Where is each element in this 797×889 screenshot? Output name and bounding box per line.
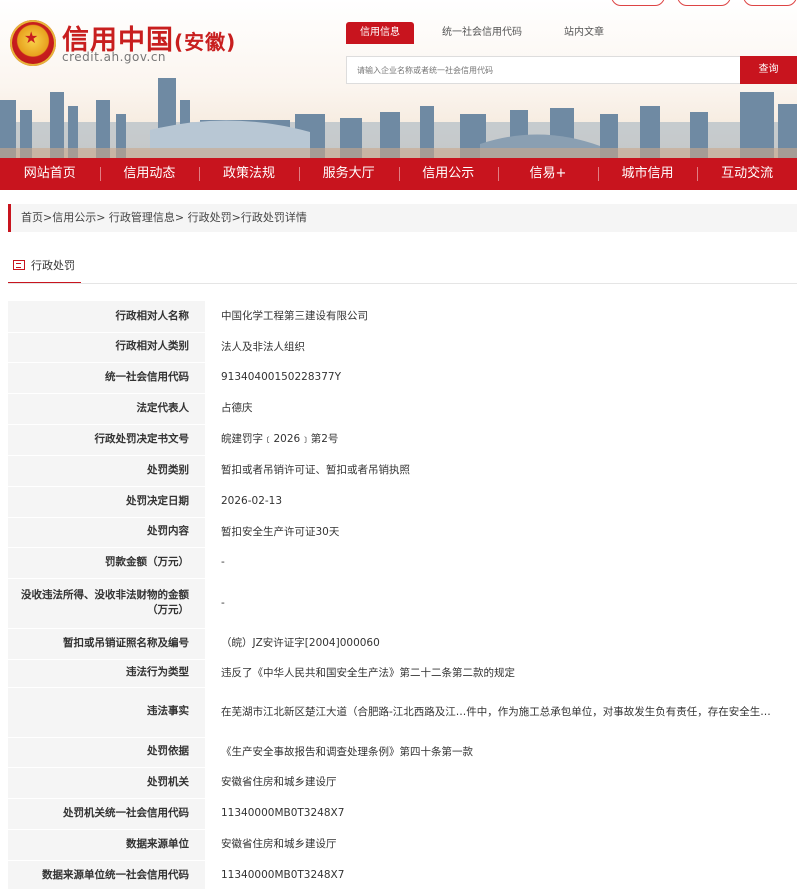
city-skyline-banner [0, 78, 797, 158]
nav-home[interactable]: 网站首页 [0, 158, 100, 190]
row-label: 暂扣或吊销证照名称及编号 [8, 628, 205, 660]
table-row: 行政相对人名称 中国化学工程第三建设有限公司 [8, 301, 797, 333]
nav-service-hall[interactable]: 服务大厅 [298, 158, 399, 190]
row-value: - [205, 547, 797, 579]
row-label: 行政相对人名称 [8, 301, 205, 333]
table-row: 违法行为类型 违反了《中华人民共和国安全生产法》第二十二条第二款的规定 [8, 659, 797, 688]
search-tabs: 信用信息 统一社会信用代码 站内文章 [346, 20, 632, 44]
row-label: 处罚决定日期 [8, 486, 205, 518]
section-title: 行政处罚 [31, 259, 75, 272]
nav-policy[interactable]: 政策法规 [199, 158, 299, 190]
row-value: 违反了《中华人民共和国安全生产法》第二十二条第二款的规定 [205, 659, 797, 688]
row-label: 没收违法所得、没收非法财物的金额（万元） [8, 578, 205, 629]
top-links [599, 0, 797, 10]
table-row: 行政处罚决定书文号 皖建罚字﹝2026﹞第2号 [8, 424, 797, 456]
main-nav: 网站首页 信用动态 政策法规 服务大厅 信用公示 信易+ 城市信用 互动交流 [0, 158, 797, 190]
row-label: 处罚内容 [8, 517, 205, 548]
row-value: 11340000MB0T3248X7 [205, 860, 797, 889]
row-value: 皖建罚字﹝2026﹞第2号 [205, 424, 797, 456]
row-label: 违法行为类型 [8, 659, 205, 688]
table-row: 行政相对人类别 法人及非法人组织 [8, 332, 797, 363]
row-value: 暂扣或者吊销许可证、暂扣或者吊销执照 [205, 455, 797, 487]
row-label: 数据来源单位统一社会信用代码 [8, 860, 205, 889]
table-row: 统一社会信用代码 91340400150228377Y [8, 362, 797, 394]
row-value: 2026-02-13 [205, 486, 797, 518]
row-label: 法定代表人 [8, 393, 205, 425]
table-row: 法定代表人 占德庆 [8, 393, 797, 425]
row-label: 罚款金额（万元） [8, 547, 205, 579]
top-link-3[interactable] [743, 0, 797, 6]
row-label: 处罚类别 [8, 455, 205, 487]
section-header: 行政处罚 [8, 254, 81, 284]
row-value: 安徽省住房和城乡建设厅 [205, 767, 797, 799]
row-value: （皖）JZ安许证字[2004]000060 [205, 628, 797, 660]
nav-xinyi-plus[interactable]: 信易+ [498, 158, 598, 190]
row-label: 行政处罚决定书文号 [8, 424, 205, 456]
table-row: 罚款金额（万元） - [8, 547, 797, 579]
row-value: 91340400150228377Y [205, 362, 797, 394]
row-value: 占德庆 [205, 393, 797, 425]
row-label: 数据来源单位 [8, 829, 205, 861]
tab-credit-code[interactable]: 统一社会信用代码 [428, 22, 536, 44]
row-value: 在芜湖市江北新区楚江大道（合肥路-江北西路及江…件中，作为施工总承包单位，对事故… [205, 687, 797, 738]
top-link-2[interactable] [677, 0, 731, 6]
row-value: 11340000MB0T3248X7 [205, 798, 797, 830]
breadcrumb[interactable]: 首页>信用公示> 行政管理信息> 行政处罚>行政处罚详情 [8, 204, 797, 232]
table-row: 处罚机关 安徽省住房和城乡建设厅 [8, 767, 797, 799]
row-value: 中国化学工程第三建设有限公司 [205, 301, 797, 333]
row-label: 处罚机关 [8, 767, 205, 799]
nav-credit-news[interactable]: 信用动态 [99, 158, 200, 190]
row-label: 统一社会信用代码 [8, 362, 205, 394]
nav-credit-publicity[interactable]: 信用公示 [398, 158, 499, 190]
row-value: 法人及非法人组织 [205, 332, 797, 363]
site-header: 信用中国(安徽) credit.ah.gov.cn 信用信息统一社会信用代码站内… [0, 0, 797, 158]
table-row: 数据来源单位统一社会信用代码 11340000MB0T3248X7 [8, 860, 797, 889]
penalty-detail-table: 行政相对人名称 中国化学工程第三建设有限公司 行政相对人类别 法人及非法人组织 统一… [8, 301, 797, 889]
table-row: 处罚机关统一社会信用代码 11340000MB0T3248X7 [8, 798, 797, 830]
row-value: 《生产安全事故报告和调查处理条例》第四十条第一款 [205, 737, 797, 768]
list-icon [13, 260, 25, 270]
row-value: - [205, 578, 797, 629]
site-province: (安徽) [174, 30, 237, 54]
nav-city-credit[interactable]: 城市信用 [597, 158, 698, 190]
row-label: 违法事实 [8, 687, 205, 738]
row-label: 处罚机关统一社会信用代码 [8, 798, 205, 830]
table-row: 处罚决定日期 2026-02-13 [8, 486, 797, 518]
table-row: 数据来源单位 安徽省住房和城乡建设厅 [8, 829, 797, 861]
table-row: 暂扣或吊销证照名称及编号 （皖）JZ安许证字[2004]000060 [8, 628, 797, 660]
top-link-1[interactable] [611, 0, 665, 6]
table-row: 违法事实 在芜湖市江北新区楚江大道（合肥路-江北西路及江…件中，作为施工总承包单位… [8, 687, 797, 738]
row-label: 处罚依据 [8, 737, 205, 768]
tab-site-articles[interactable]: 站内文章 [550, 22, 618, 44]
nav-interaction[interactable]: 互动交流 [697, 158, 797, 190]
row-label: 行政相对人类别 [8, 332, 205, 363]
site-url: credit.ah.gov.cn [62, 50, 167, 64]
table-row: 处罚依据 《生产安全事故报告和调查处理条例》第四十条第一款 [8, 737, 797, 768]
table-row: 没收违法所得、没收非法财物的金额（万元） - [8, 578, 797, 629]
national-emblem-icon [10, 20, 56, 66]
row-value: 安徽省住房和城乡建设厅 [205, 829, 797, 861]
tab-credit-info[interactable]: 信用信息 [346, 22, 414, 44]
table-row: 处罚类别 暂扣或者吊销许可证、暂扣或者吊销执照 [8, 455, 797, 487]
table-row: 处罚内容 暂扣安全生产许可证30天 [8, 517, 797, 548]
row-value: 暂扣安全生产许可证30天 [205, 517, 797, 548]
section-divider [8, 283, 797, 284]
